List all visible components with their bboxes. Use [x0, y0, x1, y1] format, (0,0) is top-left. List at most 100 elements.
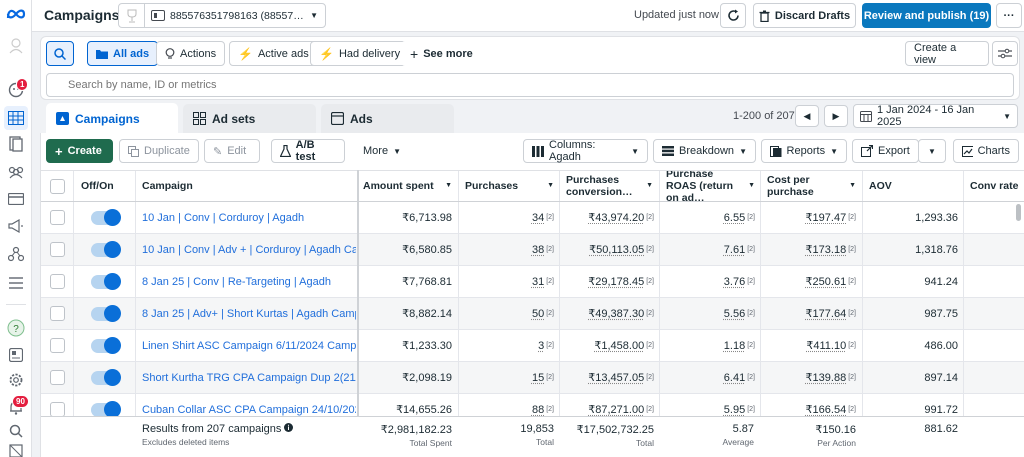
purchases-value[interactable]: 15 [532, 372, 544, 384]
duplicate-button[interactable]: Duplicate [119, 139, 199, 163]
tab-campaigns[interactable]: Campaigns [46, 103, 178, 134]
col-conversion-value[interactable]: Purchases conversion… ▼ [566, 171, 658, 201]
info-icon[interactable] [284, 423, 294, 432]
edit-button[interactable]: ✎ Edit [204, 139, 260, 163]
roas-value[interactable]: 5.56 [724, 308, 745, 320]
col-purchase-roas[interactable]: Purchase ROAS (return on ad… ▼ [666, 171, 760, 201]
conversion-value[interactable]: ₹50,113.05 [589, 243, 644, 256]
cost-per-purchase-value[interactable]: ₹139.88 [806, 371, 847, 384]
cost-per-purchase-value[interactable]: ₹177.64 [806, 307, 847, 320]
tab-ads[interactable]: Ads [321, 104, 454, 133]
active-ads-filter[interactable]: ⚡ Active ads [229, 41, 318, 66]
conversion-value[interactable]: ₹1,458.00 [594, 339, 644, 352]
ab-test-button[interactable]: A/B test [271, 139, 345, 163]
row-checkbox[interactable] [50, 274, 65, 289]
table-row[interactable]: 8 Jan 25 | Adv+ | Short Kurtas | Agadh C… [41, 298, 1024, 330]
help-icon[interactable]: ? [6, 318, 26, 338]
audiences-icon[interactable] [6, 162, 26, 182]
campaign-status-toggle[interactable] [91, 208, 121, 226]
table-row[interactable]: 10 Jan | Conv | Corduroy | Agadh ₹6,713.9… [41, 202, 1024, 234]
campaign-status-toggle[interactable] [91, 272, 121, 290]
table-row[interactable]: Short Kurtha TRG CPA Campaign Dup 2(21/0… [41, 362, 1024, 394]
news-feed-icon[interactable] [6, 345, 26, 365]
conversion-value[interactable]: ₹49,387.30 [588, 307, 644, 320]
next-page-button[interactable]: ▶ [824, 105, 848, 127]
table-row[interactable]: Linen Shirt ASC Campaign 6/11/2024 Campa… [41, 330, 1024, 362]
row-checkbox[interactable] [50, 370, 65, 385]
table-row[interactable]: 10 Jan | Conv | Adv + | Corduroy | Agadh… [41, 234, 1024, 266]
campaign-name-link[interactable]: Linen Shirt ASC Campaign 6/11/2024 Campa… [142, 330, 356, 361]
purchases-value[interactable]: 50 [532, 308, 544, 320]
breakdown-dropdown[interactable]: Breakdown ▼ [653, 139, 756, 163]
discard-drafts-button[interactable]: Discard Drafts [753, 3, 856, 28]
create-button[interactable]: + Create [46, 139, 113, 163]
campaign-name-link[interactable]: 8 Jan 25 | Adv+ | Short Kurtas | Agadh C… [142, 298, 356, 329]
pages-icon[interactable] [6, 134, 26, 154]
cost-per-purchase-value[interactable]: ₹173.18 [806, 243, 847, 256]
campaign-status-toggle[interactable] [91, 240, 121, 258]
select-all-checkbox[interactable] [50, 178, 65, 194]
all-ads-filter[interactable]: All ads [87, 41, 159, 66]
export-button[interactable]: Export [852, 139, 919, 163]
col-aov[interactable]: AOV [869, 171, 963, 201]
purchases-value[interactable]: 31 [532, 276, 544, 288]
col-cost-per-purchase[interactable]: Cost per purchase ▼ [767, 171, 861, 201]
purchases-value[interactable]: 38 [532, 244, 544, 256]
more-actions-button[interactable]: More ▼ [354, 139, 410, 163]
campaign-name-link[interactable]: 10 Jan | Conv | Corduroy | Agadh [142, 202, 356, 233]
tab-ad-sets[interactable]: Ad sets [183, 104, 316, 133]
create-view-button[interactable]: Create a view [905, 41, 989, 66]
conversion-value[interactable]: ₹29,178.45 [588, 275, 644, 288]
purchases-value[interactable]: 3 [538, 340, 544, 352]
all-tools-menu-icon[interactable] [6, 273, 26, 293]
had-delivery-filter[interactable]: ⚡ Had delivery [310, 41, 410, 66]
conversion-value[interactable]: ₹43,974.20 [588, 211, 644, 224]
campaign-status-toggle[interactable] [91, 400, 121, 418]
row-checkbox[interactable] [50, 338, 65, 353]
cost-per-purchase-value[interactable]: ₹411.10 [806, 339, 846, 352]
campaigns-table-icon[interactable] [4, 106, 28, 130]
col-purchases[interactable]: Purchases ▼ [465, 171, 559, 201]
review-publish-button[interactable]: Review and publish (19) [862, 3, 991, 28]
cost-per-purchase-value[interactable]: ₹166.54 [806, 403, 847, 416]
col-campaign[interactable]: Campaign [142, 171, 356, 201]
row-checkbox[interactable] [50, 210, 65, 225]
date-range-picker[interactable]: 1 Jan 2024 - 16 Jan 2025 ▼ [853, 104, 1018, 128]
meta-logo-icon[interactable] [6, 4, 26, 24]
campaign-name-link[interactable]: 8 Jan 25 | Conv | Re-Targeting | Agadh [142, 266, 356, 297]
columns-dropdown[interactable]: Columns: Agadh ▼ [523, 139, 648, 163]
ad-account-selector[interactable]: 885576351798163 (88557… ▼ [118, 3, 326, 28]
actions-filter[interactable]: Actions [156, 41, 226, 66]
prev-page-button[interactable]: ◀ [795, 105, 819, 127]
col-conv-rate[interactable]: Conv rate [970, 171, 1024, 201]
settings-gear-icon[interactable] [6, 370, 26, 390]
purchases-value[interactable]: 88 [532, 404, 544, 416]
roas-value[interactable]: 6.55 [724, 212, 745, 224]
col-amount-spent[interactable]: Amount spent ▼ [363, 171, 457, 201]
megaphone-icon[interactable] [6, 216, 26, 236]
roas-value[interactable]: 1.18 [724, 340, 745, 352]
export-options-button[interactable]: ▼ [918, 139, 946, 163]
roas-value[interactable]: 3.76 [724, 276, 745, 288]
roas-value[interactable]: 5.95 [724, 404, 745, 416]
roas-value[interactable]: 6.41 [724, 372, 745, 384]
table-row[interactable]: 8 Jan 25 | Conv | Re-Targeting | Agadh ₹7… [41, 266, 1024, 298]
campaign-status-toggle[interactable] [91, 368, 121, 386]
purchases-value[interactable]: 34 [532, 212, 544, 224]
cost-per-purchase-value[interactable]: ₹250.61 [806, 275, 847, 288]
search-icon[interactable] [6, 421, 26, 441]
campaign-status-toggle[interactable] [91, 336, 121, 354]
business-avatar-icon[interactable] [6, 36, 26, 56]
row-checkbox[interactable] [50, 402, 65, 417]
vertical-scrollbar[interactable] [1016, 204, 1021, 221]
search-input[interactable] [46, 73, 1014, 97]
more-options-button[interactable]: ··· [996, 3, 1022, 28]
billing-icon[interactable] [6, 189, 26, 209]
campaign-name-link[interactable]: Short Kurtha TRG CPA Campaign Dup 2(21/0… [142, 362, 356, 393]
campaign-status-toggle[interactable] [91, 304, 121, 322]
col-offon[interactable]: Off/On [81, 171, 131, 201]
charts-button[interactable]: Charts [953, 139, 1019, 163]
filter-settings-button[interactable] [992, 41, 1018, 66]
campaign-name-link[interactable]: 10 Jan | Conv | Adv + | Corduroy | Agadh… [142, 234, 356, 265]
row-checkbox[interactable] [50, 242, 65, 257]
